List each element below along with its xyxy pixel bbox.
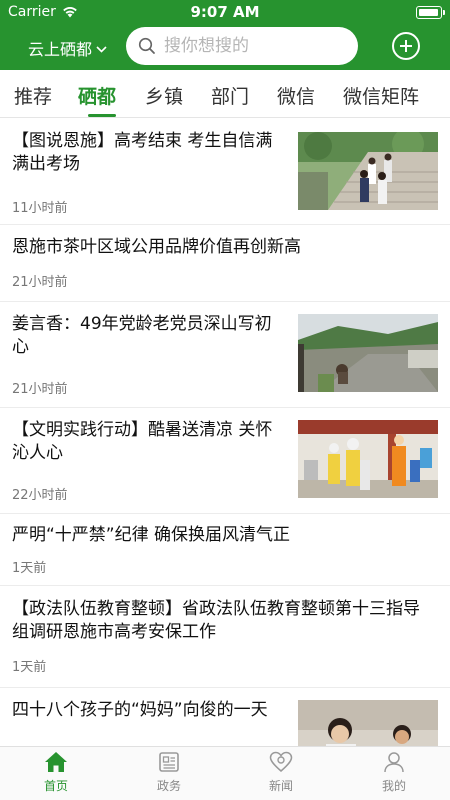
region-selector[interactable]: 云上硒都 (28, 36, 107, 60)
news-item[interactable]: 恩施市茶叶区域公用品牌价值再创新高 21小时前 (0, 225, 450, 302)
home-icon (45, 752, 67, 772)
news-feed: 【图说恩施】高考结束 考生自信满满出考场 11小时前 恩施市茶叶区域公用品牌价值… (0, 119, 450, 746)
category-tabs: 推荐 硒都 乡镇 部门 微信 微信矩阵 (0, 70, 450, 118)
nav-home[interactable]: 首页 (16, 751, 96, 794)
news-thumbnail (298, 132, 438, 210)
news-time: 11小时前 (12, 201, 68, 216)
news-title: 【图说恩施】高考结束 考生自信满满出考场 (12, 131, 273, 174)
news-time: 1天前 (12, 660, 47, 675)
news-thumbnail (298, 700, 438, 746)
battery-icon (416, 6, 445, 19)
tab-towns[interactable]: 乡镇 (145, 82, 183, 109)
news-time: 21小时前 (12, 275, 68, 290)
heart-location-icon (269, 751, 293, 772)
status-time: 9:07 AM (190, 3, 260, 21)
tab-departments[interactable]: 部门 (211, 82, 249, 109)
newspaper-icon (159, 752, 179, 772)
news-item[interactable]: 姜言香：49年党龄老党员深山写初心 21小时前 (0, 302, 450, 408)
nav-government[interactable]: 政务 (129, 751, 209, 794)
news-thumbnail (298, 314, 438, 392)
news-title: 【文明实践行动】酷暑送清凉 关怀沁人心 (12, 420, 273, 463)
chevron-down-icon (96, 45, 107, 53)
tab-recommend[interactable]: 推荐 (14, 82, 52, 109)
news-time: 21小时前 (12, 382, 68, 397)
bottom-nav: 首页 政务 新闻 我的 (0, 746, 450, 800)
news-thumbnail (298, 420, 438, 498)
search-icon (138, 37, 155, 54)
user-icon (384, 752, 404, 773)
nav-news-label: 新闻 (268, 779, 293, 793)
tab-xidu[interactable]: 硒都 (78, 82, 116, 109)
news-item[interactable]: 【文明实践行动】酷暑送清凉 关怀沁人心 22小时前 (0, 408, 450, 514)
news-item[interactable]: 【图说恩施】高考结束 考生自信满满出考场 11小时前 (0, 119, 450, 225)
news-title: 四十八个孩子的“妈妈”向俊的一天 (12, 700, 268, 720)
tab-wechat-matrix[interactable]: 微信矩阵 (343, 82, 419, 109)
news-item[interactable]: 【政法队伍教育整顿】省政法队伍教育整顿第十三指导组调研恩施市高考安保工作 1天前 (0, 586, 450, 688)
nav-home-label: 首页 (43, 779, 68, 793)
news-item[interactable]: 四十八个孩子的“妈妈”向俊的一天 (0, 688, 450, 746)
status-bar: Carrier 9:07 AM (0, 0, 450, 26)
nav-mine-label: 我的 (381, 779, 406, 793)
news-title: 恩施市茶叶区域公用品牌价值再创新高 (12, 237, 301, 257)
news-item[interactable]: 严明“十严禁”纪律 确保换届风清气正 1天前 (0, 514, 450, 586)
news-title: 姜言香：49年党龄老党员深山写初心 (12, 314, 272, 357)
search-input[interactable] (164, 36, 344, 56)
active-tab-indicator (88, 114, 116, 117)
news-title: 【政法队伍教育整顿】省政法队伍教育整顿第十三指导组调研恩施市高考安保工作 (12, 599, 420, 642)
add-button[interactable] (392, 32, 420, 60)
region-label: 云上硒都 (28, 40, 93, 59)
top-bar: 云上硒都 (0, 26, 450, 70)
news-time: 1天前 (12, 561, 47, 576)
search-box[interactable] (126, 27, 358, 65)
news-title: 严明“十严禁”纪律 确保换届风清气正 (12, 525, 291, 545)
nav-government-label: 政务 (156, 779, 181, 793)
nav-news[interactable]: 新闻 (241, 751, 321, 794)
tab-wechat[interactable]: 微信 (277, 82, 315, 109)
news-time: 22小时前 (12, 488, 68, 503)
nav-mine[interactable]: 我的 (354, 751, 434, 794)
